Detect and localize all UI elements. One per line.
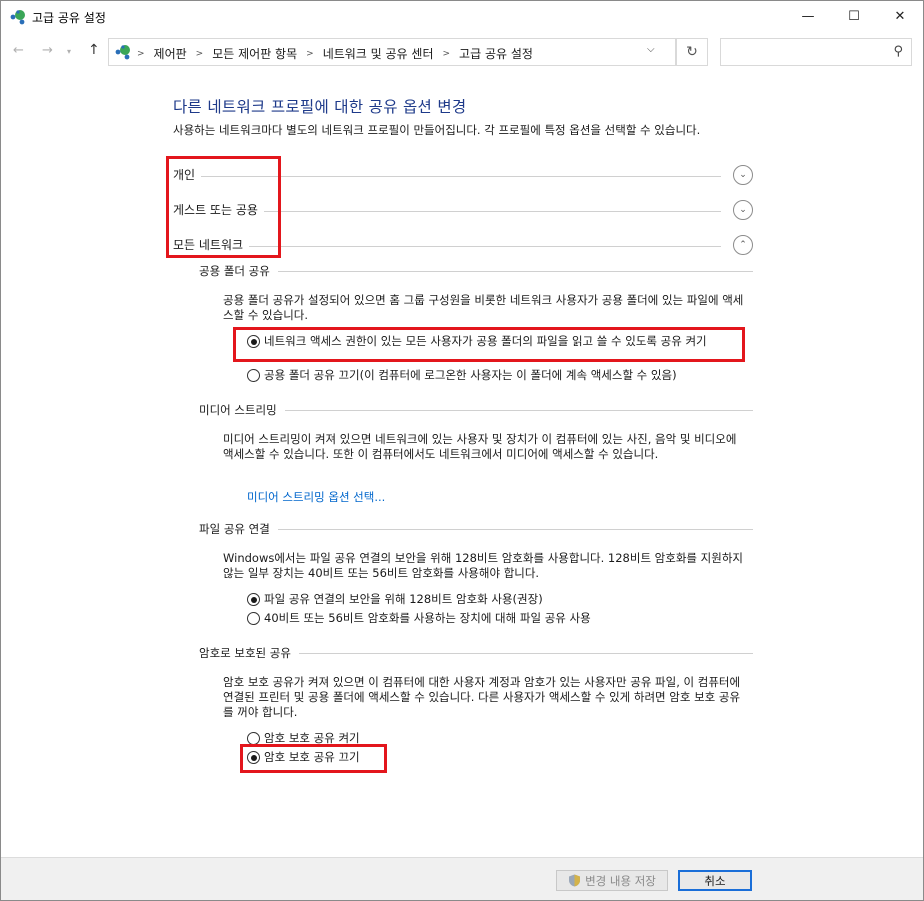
encryption-40-label[interactable]: 40비트 또는 56비트 암호화를 사용하는 장치에 대해 파일 공유 사용	[264, 611, 591, 626]
section-public-folder-label: 공용 폴더 공유	[199, 263, 278, 279]
media-streaming-options-link[interactable]: 미디어 스트리밍 옵션 선택...	[247, 489, 385, 505]
close-button[interactable]: ✕	[877, 1, 923, 32]
minimize-button[interactable]: —	[785, 1, 831, 32]
network-location-icon	[115, 45, 130, 60]
highlight-box	[240, 744, 387, 773]
radio-button[interactable]	[247, 369, 260, 382]
back-arrow-icon[interactable]: ←	[13, 43, 24, 58]
section-file-sharing: 파일 공유 연결	[199, 521, 753, 537]
title-bar: 고급 공유 설정 — ☐ ✕	[1, 1, 923, 32]
cancel-label: 취소	[704, 873, 726, 888]
address-history-chevron-icon[interactable]: ⌵	[647, 44, 655, 55]
uac-shield-icon	[569, 874, 581, 887]
save-changes-button[interactable]: 변경 내용 저장	[556, 870, 668, 891]
radio-button[interactable]	[247, 612, 260, 625]
public-folder-off-option[interactable]: 공용 폴더 공유 끄기(이 컴퓨터에 로그온한 사용자는 이 폴더에 계속 액세…	[247, 368, 757, 384]
chevron-right-icon[interactable]: >	[443, 49, 451, 59]
address-bar[interactable]: > 제어판 > 모든 제어판 항목 > 네트워크 및 공유 센터 > 고급 공유…	[108, 38, 676, 66]
forward-arrow-icon[interactable]: →	[42, 43, 53, 58]
refresh-button[interactable]: ↻	[676, 38, 708, 66]
file-sharing-description: Windows에서는 파일 공유 연결의 보안을 위해 128비트 암호화를 사…	[223, 551, 743, 580]
breadcrumb: > 제어판 > 모든 제어판 항목 > 네트워크 및 공유 센터 > 고급 공유…	[137, 45, 533, 62]
footer-bar: 변경 내용 저장 취소	[1, 857, 923, 900]
search-input[interactable]: ⚲	[720, 38, 912, 66]
section-file-sharing-label: 파일 공유 연결	[199, 521, 278, 537]
encryption-40-option[interactable]: 40비트 또는 56비트 암호화를 사용하는 장치에 대해 파일 공유 사용	[247, 611, 737, 627]
breadcrumb-control-panel[interactable]: 제어판	[154, 45, 187, 62]
network-app-icon	[10, 10, 25, 25]
search-icon: ⚲	[893, 44, 903, 59]
public-folder-off-label[interactable]: 공용 폴더 공유 끄기(이 컴퓨터에 로그온한 사용자는 이 폴더에 계속 액세…	[264, 368, 677, 383]
chevron-right-icon: >	[137, 48, 145, 59]
minimize-icon: —	[801, 9, 815, 24]
window-title: 고급 공유 설정	[32, 11, 106, 25]
encryption-128-option[interactable]: 파일 공유 연결의 보안을 위해 128비트 암호화 사용(권장)	[247, 592, 737, 608]
password-protected-description: 암호 보호 공유가 켜져 있으면 이 컴퓨터에 대한 사용자 계정과 암호가 있…	[223, 675, 741, 719]
collapse-chevron-up-icon[interactable]: ⌃	[733, 235, 753, 255]
up-arrow-icon[interactable]: ↑	[88, 42, 100, 58]
page-description: 사용하는 네트워크마다 별도의 네트워크 프로필이 만들어집니다. 각 프로필에…	[173, 123, 701, 137]
public-folder-description: 공용 폴더 공유가 설정되어 있으면 홈 그룹 구성원을 비롯한 네트워크 사용…	[223, 293, 744, 322]
breadcrumb-advanced-sharing[interactable]: 고급 공유 설정	[459, 45, 533, 62]
section-password-protected: 암호로 보호된 공유	[199, 645, 753, 661]
section-public-folder: 공용 폴더 공유	[199, 263, 753, 279]
expand-chevron-down-icon[interactable]: ⌄	[733, 200, 753, 220]
divider	[199, 271, 753, 272]
cancel-button[interactable]: 취소	[678, 870, 752, 891]
advanced-sharing-settings-window: 고급 공유 설정 — ☐ ✕ ← → ▾ ↑ > 제어판 > 모든 제어판 항목…	[0, 0, 924, 901]
maximize-icon: ☐	[848, 9, 860, 24]
chevron-right-icon[interactable]: >	[196, 49, 204, 59]
breadcrumb-all-control-panel-items[interactable]: 모든 제어판 항목	[212, 45, 297, 62]
breadcrumb-network-sharing-center[interactable]: 네트워크 및 공유 센터	[323, 45, 434, 62]
highlight-box	[166, 156, 281, 258]
save-changes-label: 변경 내용 저장	[585, 873, 656, 888]
divider	[199, 529, 753, 530]
main-content: 다른 네트워크 프로필에 대한 공유 옵션 변경 사용하는 네트워크마다 별도의…	[1, 72, 923, 857]
close-icon: ✕	[894, 9, 906, 24]
highlight-box	[233, 327, 745, 362]
section-password-protected-label: 암호로 보호된 공유	[199, 645, 299, 661]
page-title: 다른 네트워크 프로필에 대한 공유 옵션 변경	[173, 98, 467, 116]
section-media-streaming: 미디어 스트리밍	[199, 402, 753, 418]
refresh-icon: ↻	[686, 44, 698, 60]
encryption-128-label[interactable]: 파일 공유 연결의 보안을 위해 128비트 암호화 사용(권장)	[264, 592, 543, 607]
recent-locations-dropdown-icon[interactable]: ▾	[67, 47, 71, 56]
media-streaming-description: 미디어 스트리밍이 켜져 있으면 네트워크에 있는 사용자 및 장치가 이 컴퓨…	[223, 432, 737, 461]
chevron-right-icon[interactable]: >	[306, 49, 314, 59]
radio-button-selected[interactable]	[247, 593, 260, 606]
expand-chevron-down-icon[interactable]: ⌄	[733, 165, 753, 185]
maximize-button[interactable]: ☐	[831, 1, 877, 32]
section-media-streaming-label: 미디어 스트리밍	[199, 402, 285, 418]
